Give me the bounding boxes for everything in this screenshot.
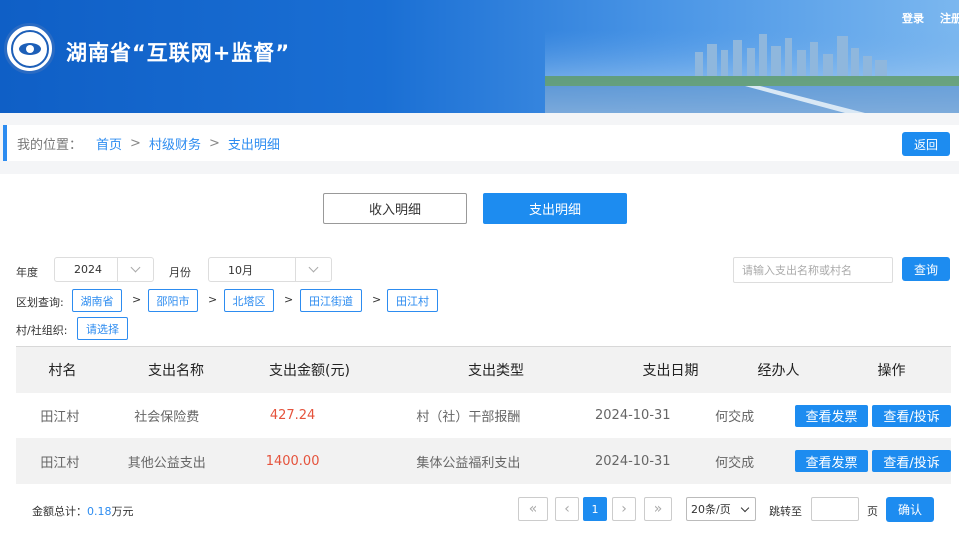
login-link[interactable]: 登录 bbox=[902, 10, 924, 26]
table-row: 田江村 其他公益支出 1400.00 集体公益福利支出 2024-10-31 何… bbox=[16, 438, 951, 484]
column-header: 支出名称 bbox=[148, 363, 204, 379]
cell-amount: 1400.00 bbox=[265, 453, 320, 469]
breadcrumb-village-finance[interactable]: 村级财务 bbox=[149, 134, 201, 153]
chevron-down-icon bbox=[295, 258, 331, 281]
register-link[interactable]: 注册 bbox=[940, 10, 959, 26]
chevron-down-icon bbox=[740, 503, 750, 513]
total-amount: 金额总计：0.18万元 bbox=[32, 503, 134, 519]
double-chevron-right-icon: » bbox=[653, 501, 663, 517]
breadcrumb-home[interactable]: 首页 bbox=[96, 134, 122, 153]
region-separator: > bbox=[132, 293, 142, 306]
total-unit: 万元 bbox=[111, 505, 134, 518]
cell-amount: 427.24 bbox=[269, 408, 316, 423]
page-suffix: 页 bbox=[867, 505, 878, 518]
cell-expense-name: 社会保险费 bbox=[134, 410, 200, 425]
breadcrumb-expense-detail[interactable]: 支出明细 bbox=[228, 134, 280, 153]
year-label: 年度 bbox=[16, 266, 38, 279]
column-header: 支出类型 bbox=[468, 363, 524, 379]
confirm-jump-button[interactable]: 确认 bbox=[886, 497, 934, 522]
main-panel: 收入明细 支出明细 年度 2024 月份 10月 查询 区划查询: 湖南省 > … bbox=[0, 174, 959, 549]
year-value: 2024 bbox=[74, 263, 102, 276]
region-separator: > bbox=[372, 293, 382, 306]
region-city[interactable]: 邵阳市 bbox=[148, 289, 198, 312]
region-separator: > bbox=[208, 293, 218, 306]
region-village[interactable]: 田江村 bbox=[387, 289, 438, 312]
total-label: 金额总计： bbox=[32, 505, 87, 518]
site-header: 湖南省“互联网+监督” 登录 注册 bbox=[0, 0, 959, 113]
column-header: 村名 bbox=[48, 363, 77, 379]
column-header: 支出金额(元) bbox=[269, 363, 350, 379]
column-header: 支出日期 bbox=[642, 363, 699, 379]
table-row: 田江村 社会保险费 427.24 村（社）干部报酬 2024-10-31 何交成… bbox=[16, 393, 951, 438]
region-province[interactable]: 湖南省 bbox=[72, 289, 122, 312]
tab-income-detail[interactable]: 收入明细 bbox=[323, 193, 467, 224]
cell-expense-type: 集体公益福利支出 bbox=[416, 455, 521, 471]
org-select-button[interactable]: 请选择 bbox=[77, 317, 128, 340]
month-label: 月份 bbox=[169, 266, 191, 279]
page-number-current[interactable]: 1 bbox=[583, 497, 607, 521]
cell-handler: 何交成 bbox=[715, 455, 755, 471]
region-street[interactable]: 田江街道 bbox=[300, 289, 362, 312]
column-header: 操作 bbox=[877, 363, 906, 379]
total-value: 0.18 bbox=[87, 505, 112, 518]
query-button[interactable]: 查询 bbox=[902, 257, 950, 281]
back-button[interactable]: 返回 bbox=[902, 132, 950, 156]
region-district[interactable]: 北塔区 bbox=[224, 289, 274, 312]
jump-page-input[interactable] bbox=[811, 497, 859, 521]
view-invoice-button[interactable]: 查看发票 bbox=[795, 450, 869, 472]
next-page-button[interactable]: › bbox=[612, 497, 636, 521]
chevron-right-icon: › bbox=[621, 501, 627, 517]
jump-label: 跳转至 bbox=[769, 505, 802, 518]
breadcrumb-separator: > bbox=[208, 135, 220, 151]
org-label: 村/社组织: bbox=[16, 324, 68, 337]
table-header: 村名 支出名称 支出金额(元) 支出类型 支出日期 经办人 操作 bbox=[16, 346, 951, 393]
cell-village: 田江村 bbox=[40, 410, 80, 425]
cell-actions: 查看发票 查看/投诉 bbox=[785, 393, 951, 438]
cell-date: 2024-10-31 bbox=[595, 453, 671, 469]
site-title: 湖南省“互联网+监督” bbox=[66, 41, 291, 65]
breadcrumb-label: 我的位置： bbox=[17, 137, 83, 153]
cell-date: 2024-10-31 bbox=[595, 408, 671, 423]
search-input[interactable] bbox=[733, 257, 893, 283]
double-chevron-left-icon: « bbox=[528, 501, 538, 517]
chevron-left-icon: ‹ bbox=[564, 501, 570, 517]
region-label: 区划查询: bbox=[16, 296, 64, 309]
city-skyline-banner bbox=[545, 30, 959, 113]
cell-actions: 查看发票 查看/投诉 bbox=[785, 438, 951, 484]
view-complain-button[interactable]: 查看/投诉 bbox=[872, 450, 951, 472]
column-header: 经办人 bbox=[757, 363, 800, 379]
view-invoice-button[interactable]: 查看发票 bbox=[795, 404, 869, 427]
breadcrumb: 我的位置： 首页 > 村级财务 > 支出明细 bbox=[3, 125, 959, 161]
expense-table: 村名 支出名称 支出金额(元) 支出类型 支出日期 经办人 操作 田江村 社会保… bbox=[16, 346, 951, 484]
cell-expense-type: 村（社）干部报酬 bbox=[416, 410, 521, 425]
prev-page-button[interactable]: ‹ bbox=[555, 497, 579, 521]
month-value: 10月 bbox=[228, 263, 253, 277]
cell-expense-name: 其他公益支出 bbox=[127, 455, 206, 471]
tab-expense-detail[interactable]: 支出明细 bbox=[483, 193, 627, 224]
page-size-value: 20条/页 bbox=[691, 503, 731, 516]
last-page-button[interactable]: » bbox=[644, 497, 672, 521]
cell-handler: 何交成 bbox=[715, 410, 755, 425]
chevron-down-icon bbox=[117, 258, 153, 281]
site-logo bbox=[4, 23, 55, 74]
cell-village: 田江村 bbox=[40, 455, 80, 471]
year-select[interactable]: 2024 bbox=[54, 257, 154, 282]
page-size-select[interactable]: 20条/页 bbox=[686, 497, 756, 521]
region-separator: > bbox=[284, 293, 294, 306]
breadcrumb-separator: > bbox=[130, 135, 141, 151]
first-page-button[interactable]: « bbox=[518, 497, 548, 521]
eye-icon bbox=[18, 42, 41, 55]
view-complain-button[interactable]: 查看/投诉 bbox=[872, 404, 951, 427]
month-select[interactable]: 10月 bbox=[208, 257, 332, 282]
